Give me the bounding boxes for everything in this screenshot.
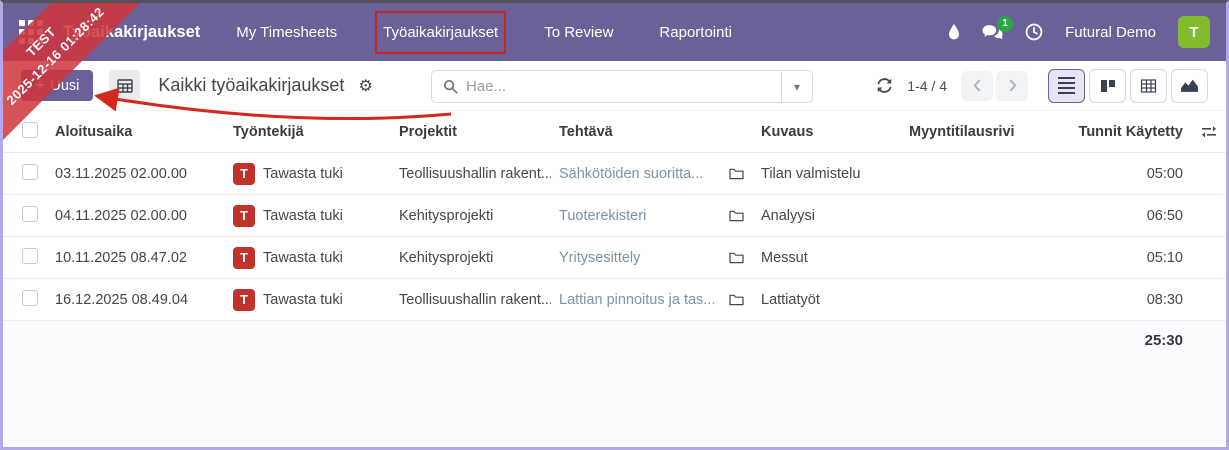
cell-employee: Tawasta tuki (263, 207, 343, 224)
row-checkbox[interactable] (22, 247, 38, 264)
cell-project: Kehitysprojekti (399, 207, 494, 224)
cell-description: Tilan valmistelu (761, 165, 861, 182)
page-title: Kaikki työaikakirjaukset (158, 75, 345, 95)
pivot-view-button[interactable] (1130, 68, 1167, 103)
table-icon (117, 78, 133, 93)
cell-task: Tuoterekisteri (559, 207, 647, 224)
pivot-view-icon (1140, 78, 1157, 93)
nav-item-to-review[interactable]: To Review (538, 13, 619, 52)
chevron-right-icon (1009, 79, 1016, 92)
cell-employee: Tawasta tuki (263, 249, 343, 266)
cell-task: Yritysesittely (559, 249, 641, 266)
cell-description: Lattiatyöt (761, 291, 820, 308)
header-aloitusaika[interactable]: Aloitusaika (47, 124, 225, 140)
search-bar: ▾ (431, 70, 813, 103)
top-navbar: Työaikakirjaukset My Timesheets Työaikak… (3, 3, 1226, 61)
refresh-button[interactable] (876, 77, 893, 94)
droplet-icon[interactable] (948, 24, 960, 40)
cell-project: Teollisuushallin rakent... (399, 165, 551, 182)
table-total-row: 25:30 (3, 321, 1226, 359)
app-window: Työaikakirjaukset My Timesheets Työaikak… (0, 0, 1229, 450)
table-icon-button[interactable] (109, 70, 141, 101)
caret-down-icon: ▾ (793, 79, 801, 94)
navbar-right: 1 Futural Demo T (948, 15, 1210, 48)
list-view-icon (1058, 76, 1075, 95)
cell-employee: Tawasta tuki (263, 165, 343, 182)
cell-employee: Tawasta tuki (263, 291, 343, 308)
cell-task: Lattian pinnoitus ja tas... (559, 291, 716, 308)
table-header-row: Aloitusaika Työntekijä Projektit Tehtävä… (3, 111, 1226, 153)
optional-columns-button[interactable] (1191, 125, 1226, 139)
list-view-button[interactable] (1048, 68, 1085, 103)
nav-item-tyoaikakirjaukset[interactable]: Työaikakirjaukset (375, 10, 507, 54)
activity-clock-icon[interactable] (1025, 23, 1043, 41)
pager-counter: 1-4 / 4 (907, 77, 947, 94)
header-projektit[interactable]: Projektit (391, 124, 551, 140)
message-count-badge: 1 (997, 15, 1014, 32)
header-kuvaus[interactable]: Kuvaus (753, 124, 901, 140)
folder-icon[interactable] (719, 293, 753, 306)
folder-icon[interactable] (719, 167, 753, 180)
header-tyontekija[interactable]: Työntekijä (225, 124, 391, 140)
cell-description: Analyysi (761, 207, 815, 224)
nav-menu: My Timesheets Työaikakirjaukset To Revie… (230, 10, 738, 54)
refresh-icon (877, 78, 892, 93)
records-table: Aloitusaika Työntekijä Projektit Tehtävä… (3, 111, 1226, 359)
pager-previous-button[interactable] (961, 70, 993, 101)
employee-avatar: T (233, 162, 255, 185)
cell-start: 16.12.2025 08.49.04 (55, 291, 189, 308)
select-all-checkbox[interactable] (22, 121, 38, 138)
graph-view-button[interactable] (1171, 68, 1208, 103)
cell-project: Teollisuushallin rakent... (399, 291, 551, 308)
row-checkbox[interactable] (22, 163, 38, 180)
cell-start: 10.11.2025 08.47.02 (55, 249, 187, 266)
cell-hours: 08:30 (1146, 291, 1183, 308)
total-hours: 25:30 (1144, 331, 1183, 349)
kanban-view-icon (1100, 79, 1115, 92)
cell-description: Messut (761, 249, 808, 266)
sliders-icon (1201, 125, 1216, 137)
kanban-view-button[interactable] (1089, 68, 1126, 103)
search-dropdown-toggle[interactable]: ▾ (781, 71, 812, 102)
header-tehtava[interactable]: Tehtävä (551, 124, 719, 140)
user-avatar[interactable]: T (1178, 16, 1210, 48)
employee-avatar: T (233, 288, 255, 311)
row-checkbox[interactable] (22, 289, 38, 306)
row-checkbox[interactable] (22, 205, 38, 222)
employee-avatar: T (233, 246, 255, 269)
folder-icon[interactable] (719, 251, 753, 264)
cell-task: Sähkötöiden suoritta... (559, 165, 704, 182)
cell-hours: 05:00 (1146, 165, 1183, 182)
cell-hours: 05:10 (1146, 249, 1183, 266)
user-name[interactable]: Futural Demo (1065, 24, 1156, 41)
graph-view-icon (1181, 79, 1198, 92)
view-switcher (1048, 68, 1208, 103)
nav-item-my-timesheets[interactable]: My Timesheets (230, 13, 343, 52)
search-input[interactable] (466, 78, 781, 95)
messages-icon[interactable]: 1 (982, 15, 1014, 41)
employee-avatar: T (233, 204, 255, 227)
header-myyntitilausrivi[interactable]: Myyntitilausrivi (901, 124, 1061, 140)
cell-project: Kehitysprojekti (399, 249, 494, 266)
gear-icon[interactable]: ⚙ (358, 76, 372, 96)
nav-item-raportointi[interactable]: Raportointi (653, 13, 738, 52)
cell-hours: 06:50 (1146, 207, 1183, 224)
folder-icon[interactable] (719, 209, 753, 222)
cell-start: 03.11.2025 02.00.00 (55, 165, 187, 182)
cell-start: 04.11.2025 02.00.00 (55, 207, 187, 224)
table-row[interactable]: 10.11.2025 08.47.02 T Tawasta tuki Kehity… (3, 237, 1226, 279)
table-row[interactable]: 16.12.2025 08.49.04 T Tawasta tuki Teolli… (3, 279, 1226, 321)
table-row[interactable]: 03.11.2025 02.00.00 T Tawasta tuki Teolli… (3, 153, 1226, 195)
control-right-cluster: 1-4 / 4 (876, 68, 1208, 103)
control-panel: + Uusi Kaikki työaikakirjaukset ⚙ ▾ (3, 61, 1226, 111)
table-row[interactable]: 04.11.2025 02.00.00 T Tawasta tuki Kehity… (3, 195, 1226, 237)
header-tunnit-kaytetty[interactable]: Tunnit Käytetty (1061, 124, 1191, 140)
pager-next-button[interactable] (996, 70, 1028, 101)
chevron-left-icon (973, 79, 980, 92)
search-icon (443, 79, 458, 94)
